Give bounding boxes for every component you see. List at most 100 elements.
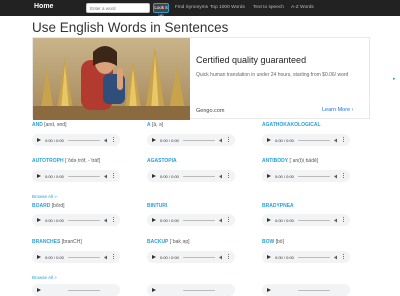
audio-player[interactable] [32,284,120,296]
more-options-icon[interactable] [113,173,115,179]
audio-player[interactable]: 0:00 / 0:00 [32,134,120,146]
audio-player[interactable]: 0:00 / 0:00 [262,170,350,182]
play-icon[interactable] [267,287,271,292]
play-icon[interactable] [152,173,156,178]
more-options-icon[interactable] [113,137,115,143]
audio-player[interactable]: 0:00 / 0:00 [32,214,120,226]
audio-progress-bar[interactable] [68,139,100,141]
volume-icon[interactable] [104,138,109,143]
nav-link-top-1000-words[interactable]: Top 1000 Words [210,5,245,10]
play-icon[interactable] [267,217,271,222]
word-entry: ANTIBODY [ˈan(t)iˌbädē] [262,158,319,164]
audio-progress-bar[interactable] [68,219,100,221]
volume-icon[interactable] [334,218,339,223]
audio-progress-bar[interactable] [183,139,215,141]
play-icon[interactable] [152,254,156,259]
volume-icon[interactable] [334,174,339,179]
volume-icon[interactable] [104,255,109,260]
play-icon[interactable] [37,217,41,222]
word-link[interactable]: AUTOTROPH [32,158,64,164]
word-link[interactable]: BRADYPNEA [262,203,294,209]
word-entry: BOARD [bôrd] [32,203,65,209]
play-icon[interactable] [267,137,271,142]
more-options-icon[interactable] [343,173,345,179]
audio-progress-bar[interactable] [68,289,100,291]
nav-link-a-z-words[interactable]: A-Z Words [291,5,314,10]
play-icon[interactable] [37,287,41,292]
volume-icon[interactable] [219,218,224,223]
audio-progress-bar[interactable] [298,139,330,141]
audio-progress-bar[interactable] [183,175,215,177]
audio-progress-bar[interactable] [183,256,215,258]
more-options-icon[interactable] [228,173,230,179]
audio-progress-bar[interactable] [68,256,100,258]
audio-player[interactable]: 0:00 / 0:00 [262,214,350,226]
audio-player[interactable]: 0:00 / 0:00 [147,214,235,226]
nav-link-find-synonyms[interactable]: Find Synonyms [175,5,208,10]
volume-icon[interactable] [219,138,224,143]
more-options-icon[interactable] [343,254,345,260]
play-icon[interactable] [267,254,271,259]
audio-progress-bar[interactable] [68,175,100,177]
ad-brand[interactable]: Gengo.com [196,108,224,114]
home-link[interactable]: Home [34,3,53,10]
audio-player[interactable]: 0:00 / 0:00 [32,251,120,263]
ad-learn-more-link[interactable]: Learn More › [322,107,354,113]
volume-icon[interactable] [219,255,224,260]
audio-progress-bar[interactable] [298,256,330,258]
word-link[interactable]: BRANCHES [32,239,60,245]
audio-player[interactable] [147,284,235,296]
word-link[interactable]: BOW [262,239,274,245]
volume-icon[interactable] [334,255,339,260]
volume-icon[interactable] [104,218,109,223]
nav-link-text-to-speech[interactable]: Text to speech [253,5,284,10]
word-entry: BRADYPNEA [262,203,294,209]
audio-player[interactable]: 0:00 / 0:00 [32,170,120,182]
play-icon[interactable] [152,137,156,142]
browse-all-a-link[interactable]: Browse All » [32,194,57,199]
play-icon[interactable] [152,217,156,222]
audio-progress-bar[interactable] [183,219,215,221]
word-link[interactable]: AND [32,122,43,128]
more-options-icon[interactable] [343,217,345,223]
play-icon[interactable] [152,287,156,292]
audio-player[interactable]: 0:00 / 0:00 [262,134,350,146]
play-icon[interactable] [37,173,41,178]
look-it-up-button[interactable]: Look it up [153,3,169,18]
word-link[interactable]: ANTIBODY [262,158,288,164]
more-options-icon[interactable] [343,137,345,143]
audio-player[interactable]: 0:00 / 0:00 [147,134,235,146]
more-options-icon[interactable] [228,254,230,260]
audio-progress-bar[interactable] [298,219,330,221]
volume-icon[interactable] [219,174,224,179]
word-link[interactable]: BINTURI [147,203,167,209]
adchoices-icon[interactable]: ▸ [393,76,396,82]
volume-icon[interactable] [104,174,109,179]
audio-progress-bar[interactable] [298,289,330,291]
word-link[interactable]: AGATHOKAKOLOGICAL [262,122,321,128]
more-options-icon[interactable] [113,254,115,260]
audio-progress-bar[interactable] [298,175,330,177]
play-icon[interactable] [37,137,41,142]
browse-all-b-link[interactable]: Browse All » [32,275,57,280]
volume-icon[interactable] [334,138,339,143]
more-options-icon[interactable] [228,217,230,223]
play-icon[interactable] [267,173,271,178]
audio-player[interactable] [262,284,350,296]
word-entry: AGASTOPIA [147,158,177,164]
ad-title[interactable]: Certified quality guaranteed [196,55,306,65]
ad-photo[interactable] [33,38,190,120]
word-link[interactable]: AGASTOPIA [147,158,177,164]
play-icon[interactable] [37,254,41,259]
audio-progress-bar[interactable] [183,289,215,291]
word-link[interactable]: BACKUP [147,239,168,245]
audio-player[interactable]: 0:00 / 0:00 [262,251,350,263]
word-link[interactable]: A [147,122,151,128]
more-options-icon[interactable] [113,217,115,223]
search-input[interactable] [86,3,150,13]
word-link[interactable]: BOARD [32,203,50,209]
word-entry: AUTOTROPH [ˈôdəˌtrōf, -ˈträf] [32,158,100,164]
more-options-icon[interactable] [228,137,230,143]
audio-player[interactable]: 0:00 / 0:00 [147,251,235,263]
audio-player[interactable]: 0:00 / 0:00 [147,170,235,182]
